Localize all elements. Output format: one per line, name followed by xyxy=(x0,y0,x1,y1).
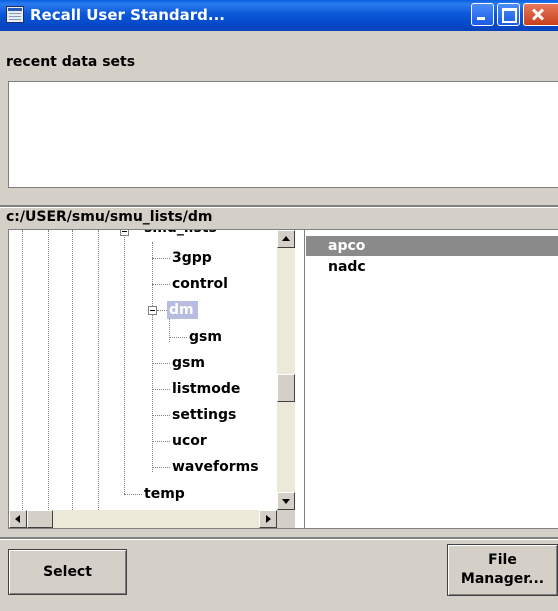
close-icon[interactable] xyxy=(523,3,558,26)
arrow-up-icon xyxy=(282,236,290,241)
vertical-scroll-thumb[interactable] xyxy=(277,374,295,402)
title-bar[interactable]: Recall User Standard... xyxy=(0,0,558,31)
tree-connector xyxy=(152,467,170,468)
tree-guide-line xyxy=(98,230,99,510)
scroll-right-button[interactable] xyxy=(259,510,277,528)
tree-item-ucor[interactable]: ucor xyxy=(172,432,207,450)
file-item-apco[interactable]: apco xyxy=(306,236,558,256)
arrow-right-icon xyxy=(266,515,271,523)
file-item-nadc[interactable]: nadc xyxy=(306,257,558,277)
scroll-down-button[interactable] xyxy=(277,492,295,510)
tree-item-settings[interactable]: settings xyxy=(172,406,236,424)
arrow-down-icon xyxy=(282,499,290,504)
recent-data-sets-label: recent data sets xyxy=(6,54,136,70)
window-title: Recall User Standard... xyxy=(30,6,226,24)
maximize-icon[interactable] xyxy=(497,3,520,26)
horizontal-scroll-thumb[interactable] xyxy=(27,510,53,528)
tree-item-control[interactable]: control xyxy=(172,275,228,293)
file-manager-label-line1: File xyxy=(488,552,517,568)
tree-item-waveforms[interactable]: waveforms xyxy=(172,458,259,476)
file-manager-label-line2: Manager... xyxy=(460,571,545,587)
tree-connector xyxy=(169,337,187,338)
scrollbar-corner xyxy=(277,510,295,528)
tree-item-dm[interactable]: dm xyxy=(167,301,198,319)
tree-horizontal-scrollbar[interactable] xyxy=(9,510,277,528)
tree-item-dm-gsm[interactable]: gsm xyxy=(189,328,222,346)
tree-guide-line xyxy=(48,230,49,510)
tree-connector xyxy=(152,441,170,442)
select-button[interactable]: Select xyxy=(8,549,127,595)
arrow-left-icon xyxy=(15,515,20,523)
section-divider xyxy=(0,537,558,540)
tree-guide-line xyxy=(124,230,125,494)
tree-collapse-icon[interactable] xyxy=(148,306,157,315)
tree-item-3gpp[interactable]: 3gpp xyxy=(172,249,212,267)
minimize-icon[interactable] xyxy=(471,3,494,26)
tree-item-partial[interactable]: smu_lists xyxy=(144,230,217,237)
scroll-left-button[interactable] xyxy=(9,510,27,528)
tree-guide-line xyxy=(22,230,23,510)
tree-connector xyxy=(152,363,170,364)
tree-item-temp[interactable]: temp xyxy=(144,485,185,503)
tree-connector xyxy=(157,310,167,311)
tree-item-listmode[interactable]: listmode xyxy=(172,380,240,398)
tree-connector xyxy=(124,494,142,495)
section-divider xyxy=(0,205,558,208)
tree-connector xyxy=(152,415,170,416)
app-window-icon xyxy=(6,6,24,23)
tree-guide-line xyxy=(72,230,73,510)
tree-item-gsm[interactable]: gsm xyxy=(172,354,205,372)
current-path: c:/USER/smu/smu_lists/dm xyxy=(6,209,213,225)
file-list[interactable]: apco nadc xyxy=(304,229,558,529)
tree-vertical-scrollbar[interactable] xyxy=(277,230,295,510)
file-manager-button[interactable]: File Manager... xyxy=(447,544,558,596)
tree-connector xyxy=(152,389,170,390)
recent-data-sets-list[interactable] xyxy=(8,81,558,188)
directory-tree[interactable]: smu_lists 3gpp control dm gsm gsm listmo… xyxy=(8,229,305,529)
tree-connector xyxy=(152,258,170,259)
tree-expander-icon[interactable] xyxy=(120,230,129,236)
tree-guide-line xyxy=(152,242,153,472)
select-button-label: Select xyxy=(43,563,92,580)
scroll-up-button[interactable] xyxy=(277,230,295,248)
tree-connector xyxy=(152,284,170,285)
